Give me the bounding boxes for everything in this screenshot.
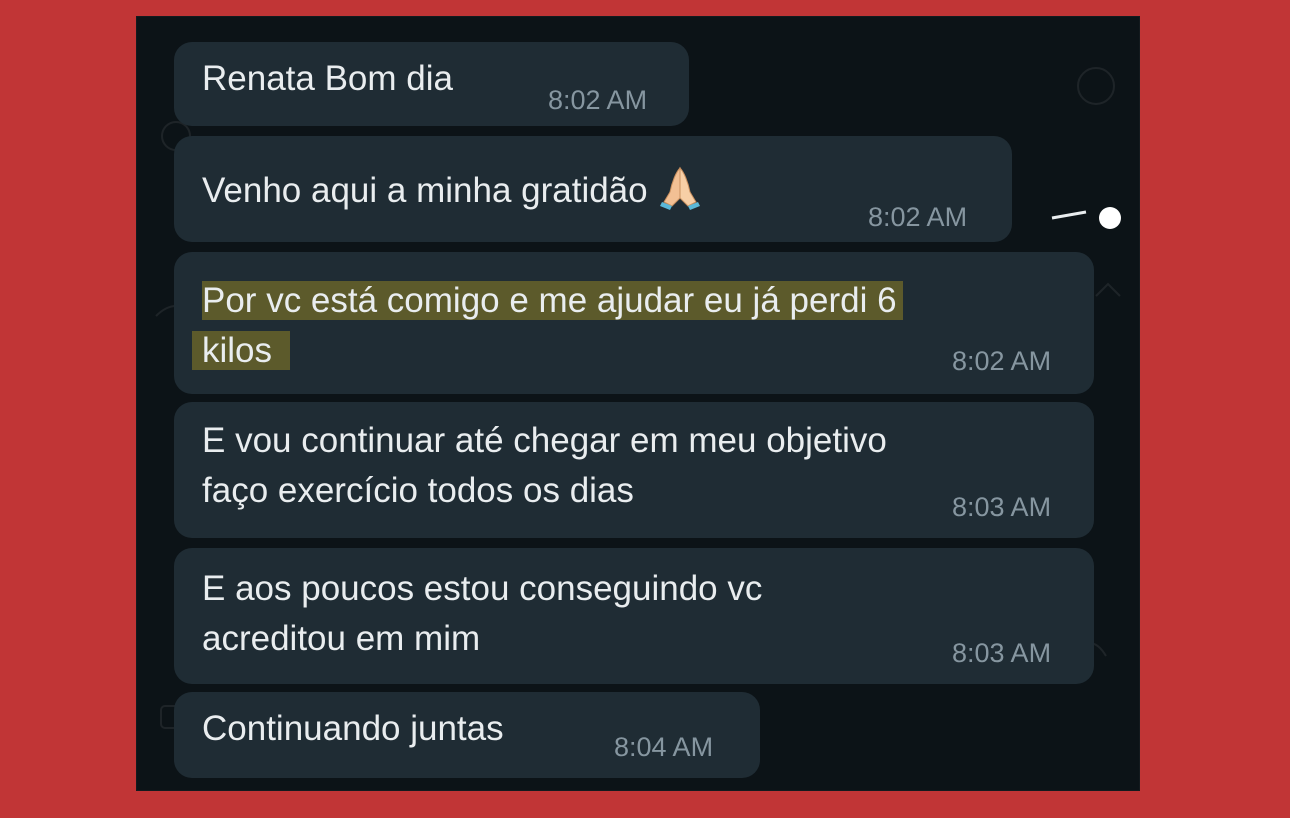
message-bubble: Venho aqui a minha gratidão 8:02 AM	[174, 136, 1012, 242]
pin-decoration-icon	[1051, 207, 1121, 229]
message-text-content: Venho aqui a minha gratidão	[202, 171, 648, 210]
message-timestamp: 8:02 AM	[548, 85, 648, 115]
message-timestamp: 8:02 AM	[868, 202, 968, 232]
message-text: Continuando juntas	[202, 709, 504, 748]
highlighted-text: Por vc está comigo e me ajudar eu já per…	[202, 281, 903, 320]
folded-hands-emoji-icon	[658, 164, 702, 224]
message-timestamp: 8:04 AM	[614, 732, 714, 762]
message-bubble: Renata Bom dia 8:02 AM	[174, 42, 689, 126]
message-text-line: faço exercício todos os dias	[202, 471, 634, 510]
message-bubble-highlighted: Por vc está comigo e me ajudar eu já per…	[174, 252, 1094, 394]
message-text: Renata Bom dia	[202, 59, 453, 98]
message-timestamp: 8:03 AM	[952, 638, 1052, 668]
message-bubble: E aos poucos estou conseguindo vc acredi…	[174, 548, 1094, 684]
message-bubble: E vou continuar até chegar em meu objeti…	[174, 402, 1094, 538]
message-text-line: acreditou em mim	[202, 619, 481, 658]
message-text-line: E vou continuar até chegar em meu objeti…	[202, 421, 887, 460]
message-text-line: E aos poucos estou conseguindo vc	[202, 569, 763, 608]
message-text-line: kilos	[192, 326, 291, 376]
chat-screenshot: Renata Bom dia 8:02 AM Venho aqui a minh…	[136, 16, 1140, 791]
message-timestamp: 8:02 AM	[952, 346, 1052, 376]
highlighted-text: kilos	[192, 331, 291, 370]
message-bubble: Continuando juntas 8:04 AM	[174, 692, 760, 778]
message-timestamp: 8:03 AM	[952, 492, 1052, 522]
message-text-line: Por vc está comigo e me ajudar eu já per…	[202, 276, 903, 326]
message-text: Venho aqui a minha gratidão	[202, 164, 702, 224]
